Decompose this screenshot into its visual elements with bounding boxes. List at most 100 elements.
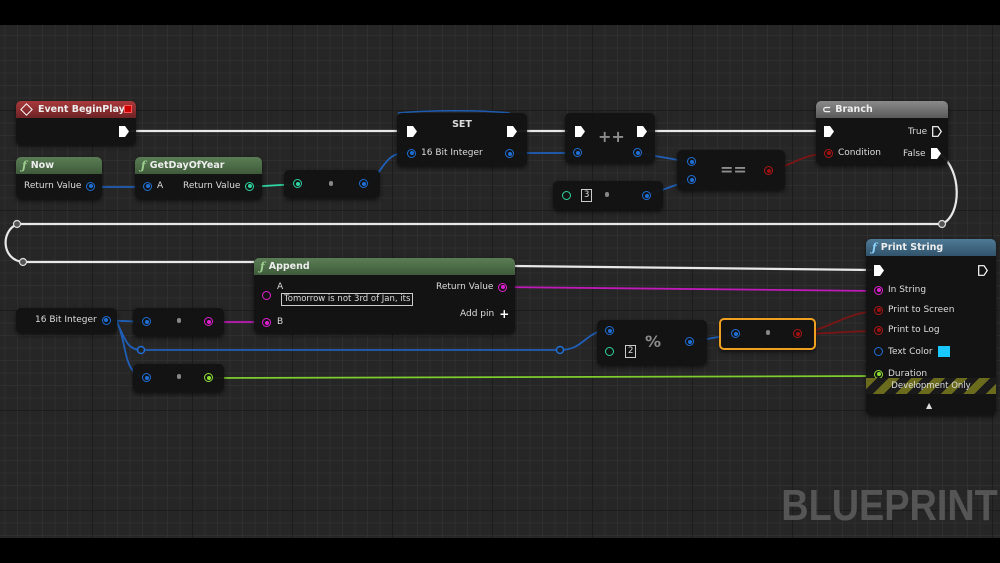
condition-pin[interactable]	[824, 148, 833, 158]
value-out-pin[interactable]	[633, 148, 642, 157]
set-variable-node[interactable]: SET 16 Bit Integer	[397, 113, 527, 166]
input-b-pin[interactable]	[687, 175, 696, 184]
output-pin[interactable]	[764, 166, 773, 175]
exec-true-pin[interactable]	[932, 126, 943, 137]
output-pin[interactable]	[642, 191, 651, 200]
return-value-pin[interactable]	[245, 181, 255, 191]
branch-node[interactable]: ⊂ Branch True Condition False	[816, 101, 948, 165]
node-header[interactable]: ƒ Print String	[866, 239, 996, 256]
value-in-pin[interactable]	[573, 148, 582, 157]
exec-out-pin[interactable]	[637, 126, 647, 137]
expand-advanced-arrow-icon[interactable]: ▲	[926, 401, 932, 410]
exec-out-pin[interactable]	[119, 126, 129, 137]
output-pin[interactable]	[204, 373, 213, 382]
node-header[interactable]: ƒ GetDayOfYear	[135, 157, 262, 174]
print-string-node[interactable]: ƒ Print String In String Print to Screen…	[866, 239, 996, 415]
exec-in-pin[interactable]	[874, 265, 884, 276]
input-a-pin[interactable]	[605, 326, 614, 335]
blueprint-watermark: BLUEPRINT	[781, 481, 998, 530]
branch-icon: ⊂	[822, 103, 832, 116]
delegate-pin-icon[interactable]	[124, 105, 132, 113]
variable-get-node[interactable]: 16 Bit Integer	[16, 308, 117, 333]
text-color-pin[interactable]	[874, 347, 883, 356]
exec-false-pin[interactable]	[930, 148, 941, 159]
literal-value-box[interactable]: 3	[581, 189, 593, 202]
int-to-string-conversion-node[interactable]	[133, 308, 224, 336]
node-header[interactable]: ƒ Append	[254, 258, 515, 275]
modulo-node[interactable]: 2 %	[597, 320, 707, 365]
text-color-swatch[interactable]	[937, 346, 950, 357]
append-node[interactable]: ƒ Append A Tomorrow is not 3rd of Jan, i…	[254, 258, 515, 333]
literal-value-box[interactable]: 2	[625, 345, 637, 358]
input-b-pin[interactable]	[262, 318, 271, 327]
event-begin-play-node[interactable]: Event BeginPlay	[16, 101, 136, 145]
pin-label: 16 Bit Integer	[421, 148, 483, 158]
node-header[interactable]: ⊂ Branch	[816, 101, 948, 118]
int-to-float-conversion-node[interactable]	[133, 364, 224, 392]
input-a-pin[interactable]	[262, 291, 271, 300]
conversion-dot-icon	[766, 330, 770, 335]
input-a-pin[interactable]	[687, 157, 696, 166]
literal-conversion-node[interactable]: 3	[553, 181, 663, 210]
development-only-label: Development Only	[891, 381, 971, 391]
node-title: Event BeginPlay	[38, 104, 125, 115]
event-diamond-icon	[20, 103, 33, 116]
return-value-pin[interactable]	[498, 282, 508, 292]
value-out-pin[interactable]	[505, 149, 514, 158]
node-title: Branch	[835, 104, 873, 115]
input-pin[interactable]	[142, 317, 151, 326]
pin-label: In String	[888, 285, 927, 295]
node-header[interactable]: ƒ Now	[16, 157, 102, 174]
conversion-dot-icon	[177, 318, 181, 323]
development-only-banner: Development Only	[866, 378, 996, 394]
return-value-pin[interactable]	[86, 181, 96, 191]
now-node[interactable]: ƒ Now Return Value	[16, 157, 102, 199]
output-pin[interactable]	[685, 337, 694, 346]
input-pin[interactable]	[142, 373, 151, 382]
node-header[interactable]: Event BeginPlay	[16, 101, 136, 118]
input-pin[interactable]	[731, 329, 740, 338]
exec-out-pin[interactable]	[507, 126, 517, 137]
print-to-log-pin[interactable]	[874, 325, 883, 335]
operator-symbol: %	[645, 332, 662, 351]
value-in-pin[interactable]	[407, 148, 416, 158]
add-pin-button[interactable]: Add pin +	[460, 307, 509, 321]
node-title: Print String	[880, 242, 944, 253]
pin-label: Print to Log	[888, 325, 940, 335]
exec-in-pin[interactable]	[407, 126, 417, 137]
exec-in-pin[interactable]	[824, 126, 834, 137]
operator-symbol: ++	[598, 127, 625, 146]
operator-symbol: ==	[720, 160, 747, 179]
output-pin[interactable]	[204, 317, 213, 326]
pin-label: True	[908, 126, 928, 137]
input-pin[interactable]	[562, 191, 571, 200]
equals-node[interactable]: ==	[677, 150, 785, 190]
input-a-pin[interactable]	[143, 181, 152, 191]
output-pin[interactable]	[359, 179, 368, 188]
pin-label: B	[277, 317, 284, 327]
input-a-text-field[interactable]: Tomorrow is not 3rd of Jan, its	[281, 293, 414, 306]
conversion-node[interactable]	[284, 170, 380, 198]
input-pin[interactable]	[293, 179, 302, 188]
value-out-pin[interactable]	[101, 315, 111, 325]
node-title: Now	[30, 160, 54, 171]
pin-label: Return Value	[24, 181, 82, 191]
pin-label: Return Value	[183, 181, 241, 191]
conversion-dot-icon	[177, 374, 181, 379]
node-title: Append	[268, 261, 310, 272]
function-icon: ƒ	[872, 241, 877, 254]
exec-in-pin[interactable]	[575, 126, 585, 137]
exec-out-pin[interactable]	[978, 265, 988, 276]
get-day-of-year-node[interactable]: ƒ GetDayOfYear A Return Value	[135, 157, 262, 199]
pin-label: Text Color	[888, 346, 933, 357]
in-string-pin[interactable]	[874, 285, 883, 295]
pin-label: False	[903, 148, 926, 159]
int-to-bool-conversion-node[interactable]	[719, 318, 816, 350]
increment-node[interactable]: ++	[565, 113, 655, 163]
print-to-screen-pin[interactable]	[874, 305, 883, 315]
input-b-pin[interactable]	[605, 347, 614, 356]
output-pin[interactable]	[793, 329, 802, 338]
plus-icon: +	[499, 307, 510, 321]
variable-label: 16 Bit Integer	[35, 315, 97, 325]
pin-label: A	[157, 181, 164, 191]
